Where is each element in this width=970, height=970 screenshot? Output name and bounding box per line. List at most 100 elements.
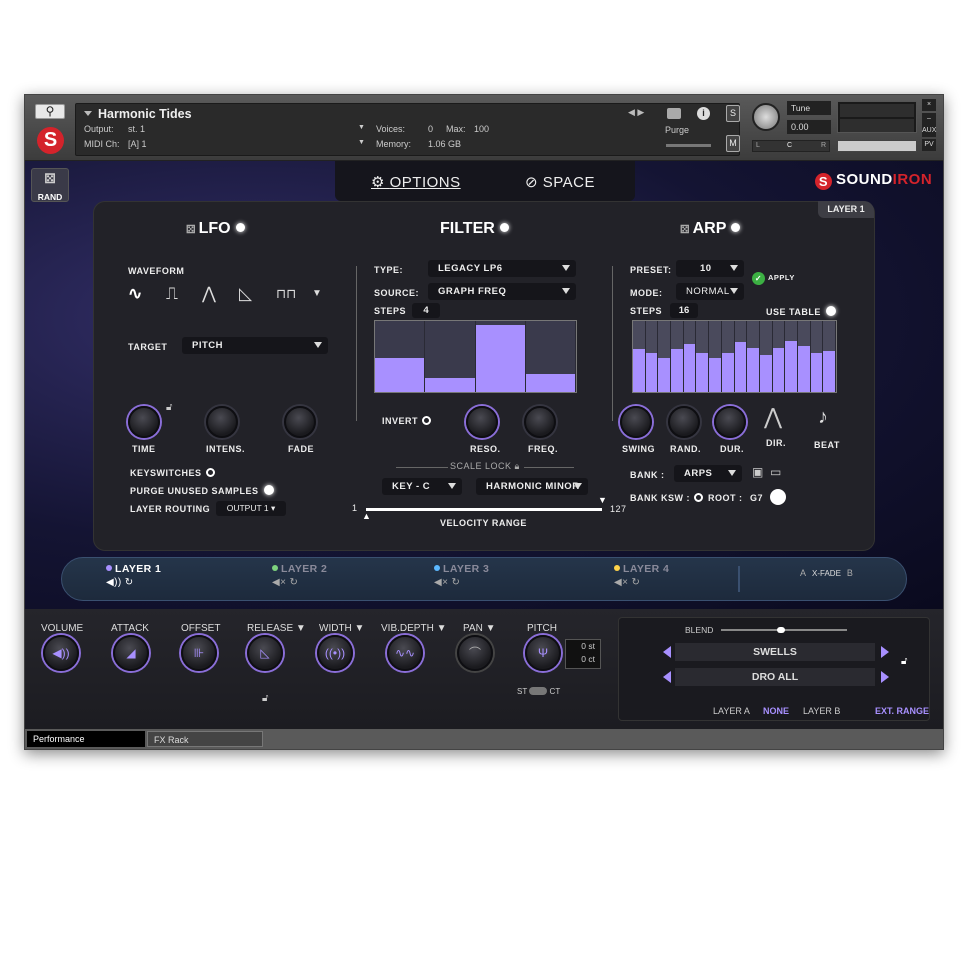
layer-mute-link-icon[interactable]: ◀)) ↻ [106, 577, 161, 588]
keyswitches-toggle[interactable]: KEYSWITCHES [130, 468, 215, 478]
filter-step-bar[interactable] [525, 321, 576, 392]
arp-step-bar[interactable] [721, 321, 735, 392]
filter-title[interactable]: FILTER [440, 220, 509, 238]
triangle-wave-icon[interactable]: ⋀ [202, 284, 216, 304]
lfo-title[interactable]: ⚄ LFO [186, 220, 245, 238]
dice-icon[interactable]: ⚄ [680, 224, 693, 236]
blend-slider[interactable] [721, 627, 847, 633]
lock-icon[interactable]: 🔓︎ [166, 402, 172, 413]
next-arrow-icon[interactable] [881, 671, 889, 683]
random-wave-icon[interactable]: ⊓⊓ [276, 286, 296, 302]
layer-tab-1[interactable]: LAYER 1 ◀)) ↻ [106, 563, 161, 588]
velocity-min-handle-icon[interactable]: ▲ [362, 511, 371, 521]
reso-knob[interactable] [466, 406, 498, 438]
apply-button[interactable]: ✓ APPLY [752, 272, 795, 285]
wave-dropdown-icon[interactable]: ▼ [312, 288, 322, 299]
rand-button[interactable]: ⚄ RAND [31, 168, 69, 202]
arp-rand-knob[interactable] [668, 406, 700, 438]
lfo-intens-knob[interactable] [206, 406, 238, 438]
filter-steps-value[interactable]: 4 [412, 303, 440, 318]
volume-slider[interactable] [837, 140, 917, 152]
midi-value[interactable]: [A] 1 [128, 139, 147, 149]
ext-range-label[interactable]: EXT. RANGE [875, 706, 929, 716]
root-value[interactable]: G7 [750, 493, 763, 503]
pan-label[interactable]: PAN ▼ [463, 623, 496, 634]
arp-step-bar[interactable] [823, 321, 836, 392]
scale-lock-toggle[interactable]: SCALE LOCK 🔒︎ [450, 461, 520, 472]
filter-source-dropdown[interactable]: GRAPH FREQ [428, 283, 576, 300]
solo-button[interactable]: S [726, 105, 740, 122]
lock-icon[interactable]: 🔒︎ [515, 461, 520, 471]
width-label[interactable]: WIDTH ▼ [319, 623, 364, 634]
width-knob[interactable]: ((•)) [317, 635, 353, 671]
arp-steps-value[interactable]: 16 [670, 303, 698, 318]
filter-type-dropdown[interactable]: LEGACY LP6 [428, 260, 576, 277]
st-ct-toggle[interactable]: ST CT [517, 687, 560, 696]
use-table-toggle[interactable]: USE TABLE [766, 306, 836, 317]
attack-knob[interactable]: ◢ [113, 635, 149, 671]
filter-power-led[interactable] [499, 223, 509, 232]
lfo-time-knob[interactable] [128, 406, 160, 438]
tune-value[interactable]: 0.00 [787, 120, 831, 134]
blend-handle[interactable] [777, 627, 785, 633]
lfo-fade-knob[interactable] [284, 406, 316, 438]
pan-knob[interactable]: ⌒ [457, 635, 493, 671]
radio-icon[interactable] [694, 493, 703, 502]
layer-mute-link-icon[interactable]: ◀× ↻ [272, 577, 327, 588]
purge-unused-toggle[interactable]: PURGE UNUSED SAMPLES [130, 485, 274, 496]
invert-toggle[interactable]: INVERT [382, 416, 432, 426]
beat-note-icon[interactable]: ♪ [818, 406, 828, 429]
filter-step-bar[interactable] [375, 321, 425, 392]
minimize-icon[interactable]: – [922, 113, 936, 125]
preset-dropdown[interactable]: 10 [676, 260, 744, 277]
filter-step-bar[interactable] [425, 321, 475, 392]
root-knob[interactable] [770, 489, 786, 505]
camera-icon[interactable] [667, 108, 681, 119]
max-value[interactable]: 100 [474, 124, 489, 134]
arp-step-bar[interactable] [671, 321, 684, 392]
instrument-name[interactable]: Harmonic Tides [98, 107, 192, 121]
arp-step-bar[interactable] [658, 321, 671, 392]
arp-step-bar[interactable] [645, 321, 659, 392]
none-label[interactable]: NONE [763, 706, 789, 716]
volume-knob[interactable]: ◀)) [43, 635, 79, 671]
blend-field-1[interactable]: SWELLS [675, 643, 875, 661]
tune-knob[interactable] [752, 103, 780, 131]
tab-fx-rack[interactable]: FX Rack [147, 731, 263, 747]
info-icon[interactable]: i [697, 107, 710, 120]
radio-icon[interactable] [205, 468, 215, 477]
square-wave-icon[interactable]: ⎍ [166, 284, 178, 304]
bank-ksw-toggle[interactable]: BANK KSW : [630, 493, 703, 503]
arp-step-bar[interactable] [810, 321, 824, 392]
scale-dropdown[interactable]: HARMONIC MINOR [476, 478, 588, 495]
xfade-control[interactable]: A X-FADE B [800, 568, 853, 578]
bank-dropdown[interactable]: ARPS [674, 465, 742, 482]
tab-performance[interactable]: Performance [27, 731, 145, 747]
key-dropdown[interactable]: KEY - C [382, 478, 462, 495]
release-label[interactable]: RELEASE ▼ [247, 623, 306, 634]
freq-knob[interactable] [524, 406, 556, 438]
dur-knob[interactable] [714, 406, 746, 438]
arp-step-bar[interactable] [797, 321, 811, 392]
velocity-range-slider[interactable] [366, 508, 602, 511]
output-value[interactable]: st. 1 [128, 124, 145, 134]
offset-knob[interactable]: ⊪ [181, 635, 217, 671]
layer-mute-link-icon[interactable]: ◀× ↻ [614, 577, 669, 588]
layer-routing-dropdown[interactable]: OUTPUT 1 ▾ [216, 501, 286, 516]
next-arrow-icon[interactable] [881, 646, 889, 658]
arp-step-bar[interactable] [772, 321, 786, 392]
arp-title[interactable]: ⚄ ARP [680, 220, 741, 238]
saw-wave-icon[interactable]: ◺ [239, 284, 252, 304]
filter-step-graph[interactable] [374, 320, 577, 393]
pan-slider[interactable]: L C R [752, 140, 830, 152]
prev-next-icon[interactable]: ◀ ▶ [628, 107, 644, 118]
filter-step-bar[interactable] [475, 321, 526, 392]
prev-arrow-icon[interactable] [663, 671, 671, 683]
arp-step-bar[interactable] [683, 321, 697, 392]
layer-a-label[interactable]: LAYER A [713, 706, 750, 716]
mode-dropdown[interactable]: NORMAL [676, 283, 744, 300]
vib-depth-knob[interactable]: ∿∿ [387, 635, 423, 671]
arp-step-bar[interactable] [785, 321, 798, 392]
close-icon[interactable]: × [922, 99, 936, 111]
dropdown-arrow-icon[interactable]: ▼ [358, 124, 365, 131]
